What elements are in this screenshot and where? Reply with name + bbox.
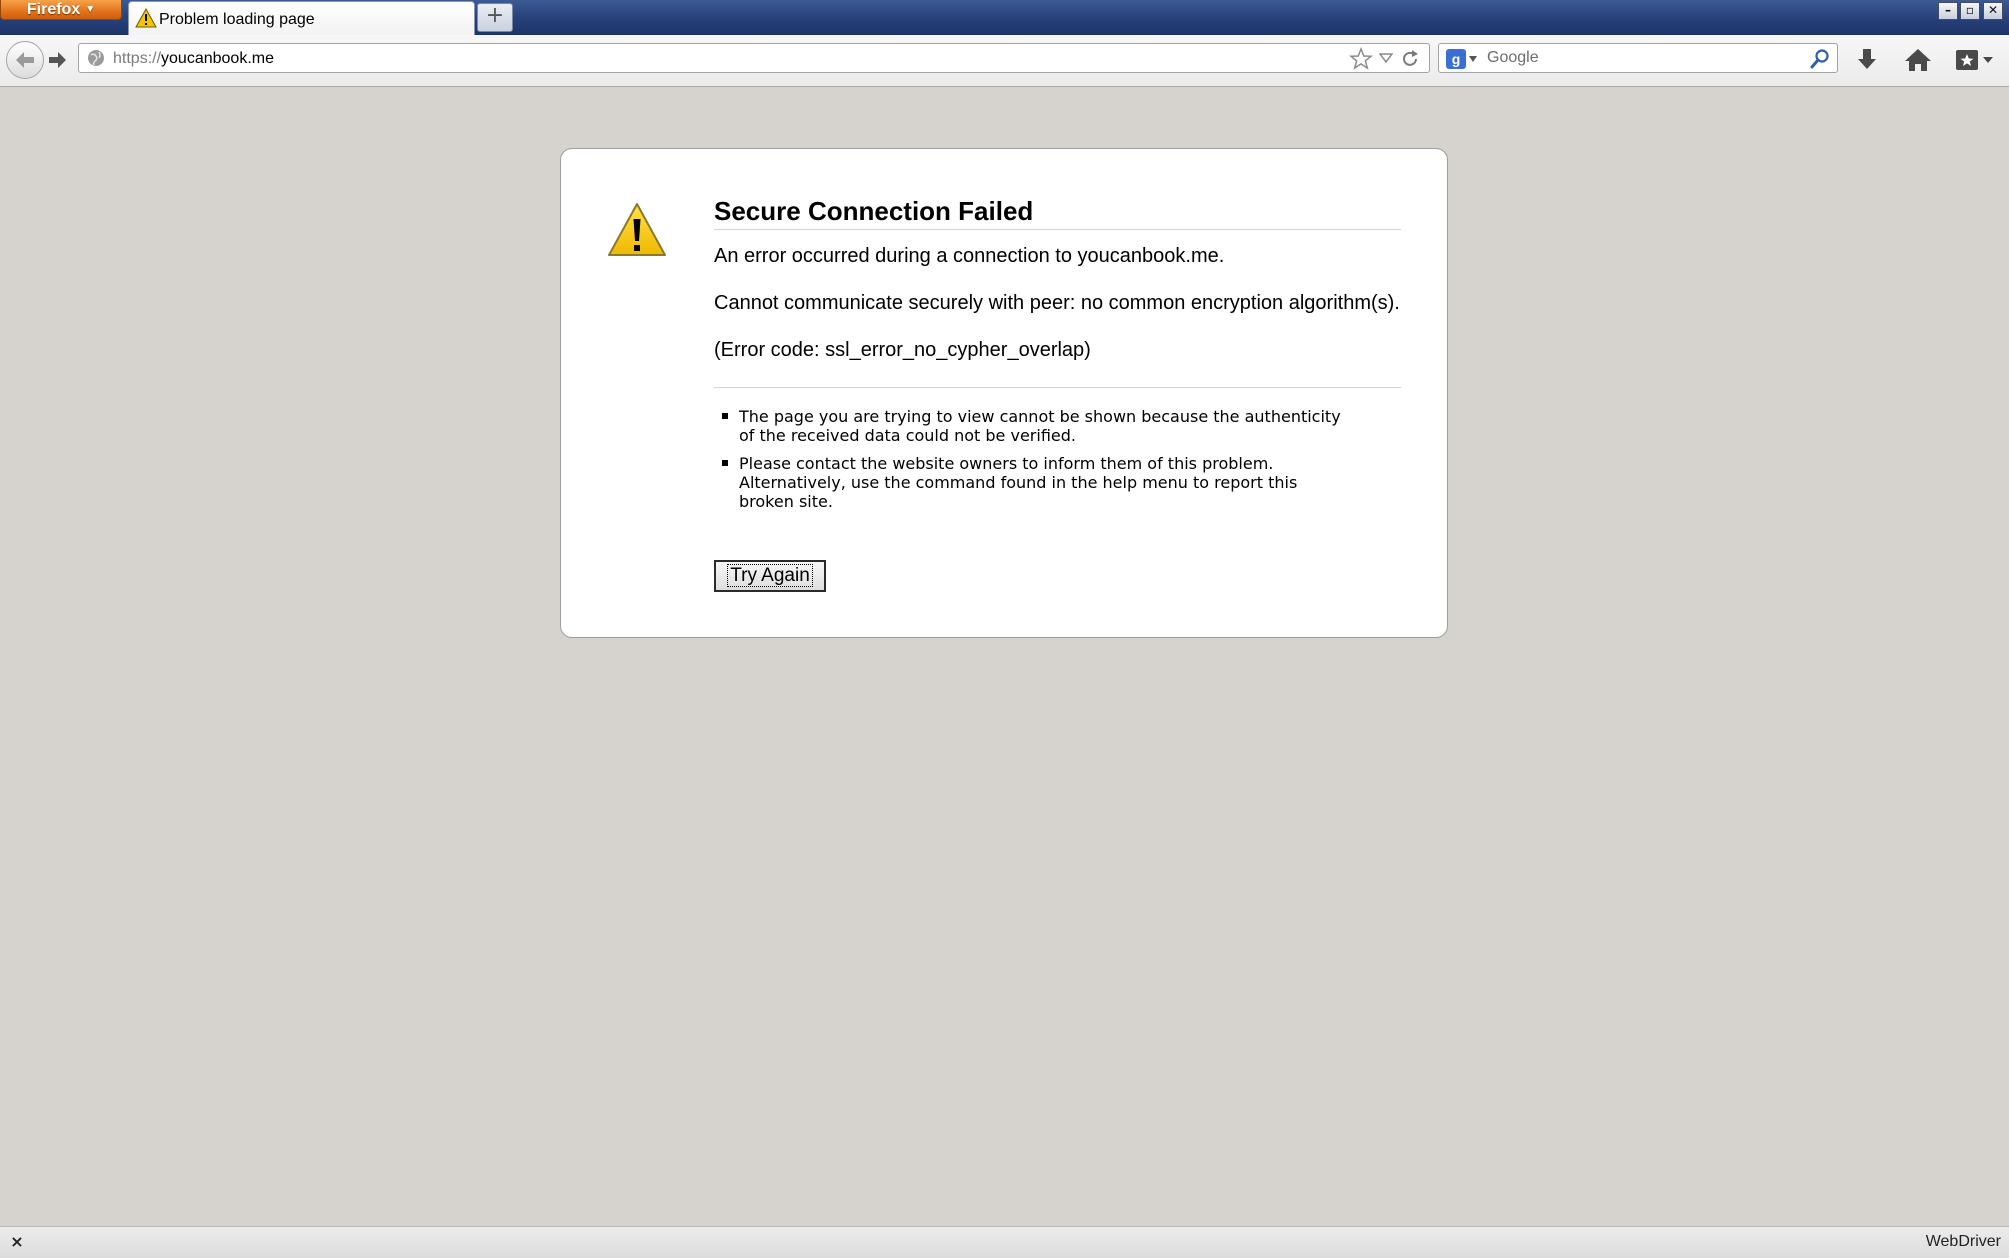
navigation-toolbar: https://youcanbook.me g bbox=[0, 35, 2009, 87]
warning-icon bbox=[608, 203, 666, 256]
search-bar[interactable]: g bbox=[1438, 43, 1838, 73]
back-button[interactable] bbox=[6, 41, 44, 79]
close-icon[interactable]: × bbox=[8, 1233, 26, 1251]
list-item: The page you are trying to view cannot b… bbox=[714, 407, 1354, 445]
back-arrow-icon bbox=[16, 52, 34, 68]
bullet-icon bbox=[722, 460, 728, 466]
error-help-list: The page you are trying to view cannot b… bbox=[714, 407, 1354, 520]
firefox-menu-label: Firefox bbox=[26, 1, 81, 18]
home-icon[interactable] bbox=[1903, 46, 1933, 74]
status-bar: × WebDriver bbox=[0, 1226, 2009, 1258]
error-description: An error occurred during a connection to… bbox=[714, 245, 1225, 267]
bookmarks-icon[interactable] bbox=[1953, 46, 1997, 74]
reload-icon[interactable] bbox=[1399, 48, 1421, 70]
new-tab-button[interactable]: + bbox=[477, 3, 513, 32]
url-scheme: https:// bbox=[113, 50, 162, 67]
tab-problem-loading-page[interactable]: Problem loading page bbox=[128, 1, 475, 35]
chevron-down-icon[interactable] bbox=[1469, 56, 1477, 62]
chevron-down-icon[interactable] bbox=[1379, 53, 1393, 63]
search-input[interactable] bbox=[1487, 46, 1787, 70]
maximize-button[interactable]: ▫ bbox=[1960, 2, 1980, 20]
firefox-menu-button[interactable]: Firefox ▼ bbox=[0, 0, 122, 20]
url-bar[interactable]: https://youcanbook.me bbox=[78, 43, 1430, 73]
try-again-button[interactable]: Try Again bbox=[714, 560, 826, 592]
error-title: Secure Connection Failed bbox=[714, 195, 1401, 230]
warning-icon bbox=[135, 8, 157, 28]
minimize-button[interactable]: – bbox=[1938, 2, 1958, 20]
list-item: Please contact the website owners to inf… bbox=[714, 454, 1354, 511]
google-icon[interactable]: g bbox=[1445, 48, 1467, 70]
forward-arrow-icon[interactable] bbox=[46, 48, 70, 72]
close-window-button[interactable]: ✕ bbox=[1983, 2, 2003, 20]
title-bar: Firefox ▼ Problem loading page + – ▫ ✕ bbox=[0, 0, 2009, 35]
error-detail: Cannot communicate securely with peer: n… bbox=[714, 292, 1400, 314]
error-code: (Error code: ssl_error_no_cypher_overlap… bbox=[714, 339, 1091, 361]
url-host: youcanbook.me bbox=[161, 50, 274, 67]
url-text[interactable]: https://youcanbook.me bbox=[113, 50, 274, 68]
globe-icon bbox=[88, 50, 104, 66]
list-item-text: The page you are trying to view cannot b… bbox=[739, 407, 1341, 445]
svg-text:g: g bbox=[1452, 51, 1461, 67]
tab-title: Problem loading page bbox=[159, 11, 315, 28]
list-item-text: Please contact the website owners to inf… bbox=[739, 454, 1298, 511]
magnifier-icon[interactable] bbox=[1809, 48, 1831, 70]
star-icon[interactable] bbox=[1349, 47, 1373, 71]
status-text: WebDriver bbox=[1925, 1233, 2001, 1250]
divider bbox=[714, 387, 1401, 388]
download-arrow-icon[interactable] bbox=[1853, 46, 1881, 74]
error-page-container: Secure Connection Failed An error occurr… bbox=[560, 148, 1448, 638]
try-again-label: Try Again bbox=[727, 564, 813, 587]
bullet-icon bbox=[722, 413, 728, 419]
chevron-down-icon: ▼ bbox=[85, 4, 96, 15]
